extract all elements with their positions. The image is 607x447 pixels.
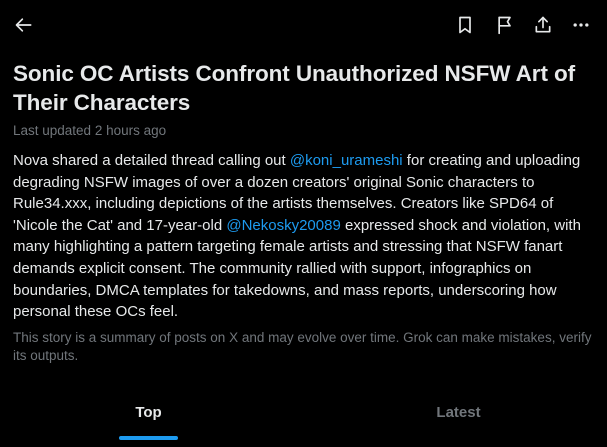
- grok-disclaimer: This story is a summary of posts on X an…: [13, 330, 592, 363]
- story-page: Sonic OC Artists Confront Unauthorized N…: [0, 0, 607, 447]
- back-button[interactable]: [11, 12, 37, 38]
- more-horizontal-icon: [573, 23, 589, 27]
- arrow-left-icon: [15, 18, 32, 32]
- report-button[interactable]: [492, 12, 518, 38]
- tab-latest-label: Latest: [436, 403, 481, 421]
- mention-link-nekosky[interactable]: @Nekosky20089: [226, 217, 340, 234]
- top-bar: [0, 0, 607, 50]
- tab-bar: Top Latest: [0, 381, 607, 447]
- last-updated: Last updated 2 hours ago: [13, 123, 167, 138]
- story-summary: Nova shared a detailed thread calling ou…: [13, 150, 601, 323]
- tab-latest[interactable]: Latest: [310, 381, 607, 443]
- active-tab-indicator: [119, 436, 178, 440]
- bookmark-button[interactable]: [452, 12, 478, 38]
- flag-icon: [498, 16, 511, 35]
- story-title: Sonic OC Artists Confront Unauthorized N…: [13, 61, 576, 115]
- share-icon: [535, 16, 551, 33]
- bookmark-icon: [459, 16, 471, 34]
- summary-text-1: Nova shared a detailed thread calling ou…: [13, 152, 290, 169]
- more-button[interactable]: [568, 12, 594, 38]
- tab-top[interactable]: Top: [0, 381, 297, 443]
- share-button[interactable]: [530, 12, 556, 38]
- tab-top-label: Top: [135, 403, 162, 421]
- mention-link-koni[interactable]: @koni_urameshi: [290, 152, 403, 169]
